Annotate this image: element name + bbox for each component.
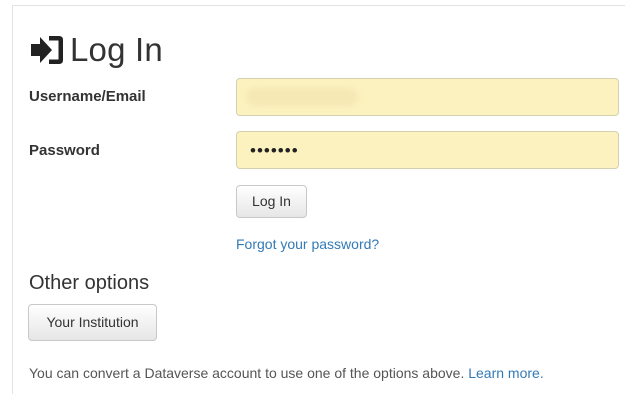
password-label: Password — [29, 142, 100, 159]
page-header: Log In — [28, 31, 163, 69]
other-options-heading: Other options — [29, 272, 150, 294]
page-title: Log In — [70, 31, 163, 68]
username-label: Username/Email — [29, 88, 146, 105]
sign-in-icon — [28, 32, 66, 68]
password-mask: ••••••• — [250, 141, 299, 160]
convert-account-text: You can convert a Dataverse account to u… — [29, 365, 544, 381]
convert-account-message: You can convert a Dataverse account to u… — [29, 365, 465, 381]
login-button[interactable]: Log In — [236, 185, 307, 218]
forgot-password-link[interactable]: Forgot your password? — [236, 236, 379, 252]
learn-more-link[interactable]: Learn more. — [468, 365, 543, 381]
your-institution-button[interactable]: Your Institution — [28, 304, 157, 341]
redacted-username — [246, 88, 358, 106]
